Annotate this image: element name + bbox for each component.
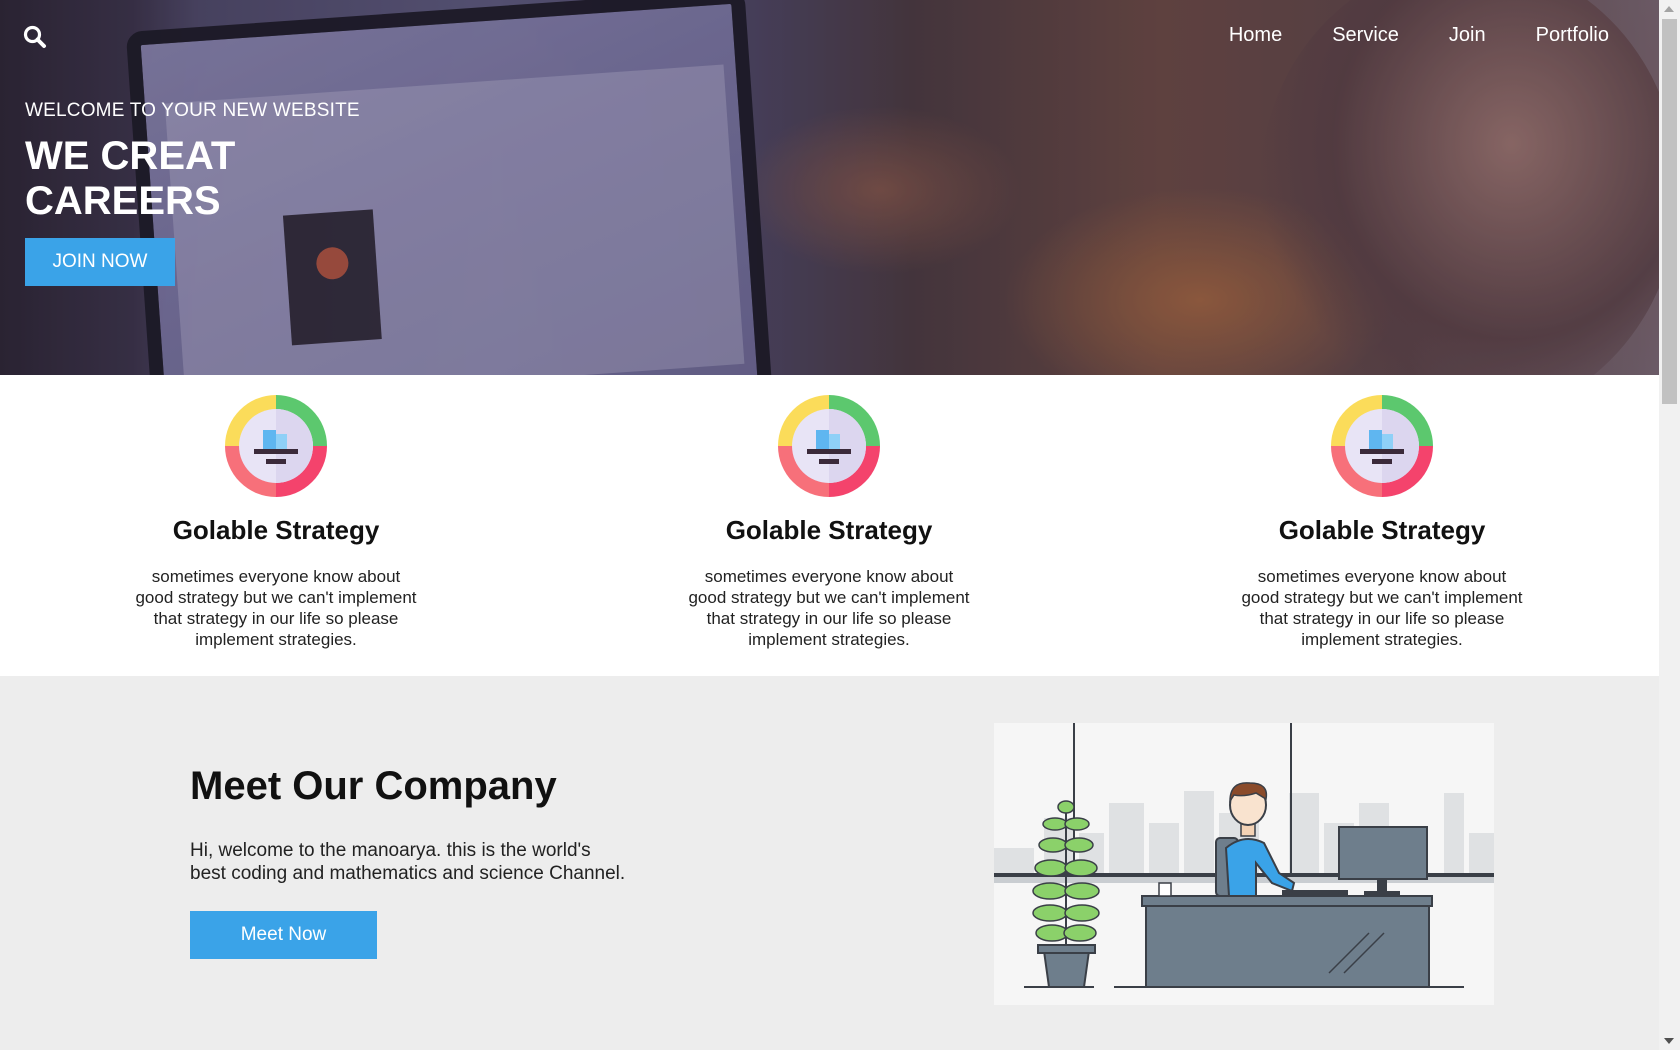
hero-content: WELCOME TO YOUR NEW WEBSITE WE CREAT CAR… [25,100,360,286]
features-section: Golable Strategy sometimes everyone know… [0,375,1659,676]
feature-text: sometimes everyone know about good strat… [135,567,417,649]
meet-now-button[interactable]: Meet Now [190,911,377,959]
company-section: Meet Our Company Hi, welcome to the mano… [0,676,1659,1050]
feature-card: Golable Strategy sometimes everyone know… [1232,395,1532,650]
scroll-up-arrow-icon[interactable] [1664,6,1674,12]
strategy-icon [1331,395,1433,497]
vertical-scrollbar[interactable] [1659,0,1680,1050]
main-nav: Home Service Join Portfolio [1229,24,1609,47]
hero-subtitle: WELCOME TO YOUR NEW WEBSITE [25,100,360,121]
join-now-button[interactable]: JOIN NOW [25,238,175,286]
strategy-icon [225,395,327,497]
company-title: Meet Our Company [190,764,557,808]
feature-text: sometimes everyone know about good strat… [1241,567,1523,649]
strategy-icon [778,395,880,497]
feature-text: sometimes everyone know about good strat… [688,567,970,649]
nav-join[interactable]: Join [1449,24,1486,47]
scrollbar-thumb[interactable] [1662,19,1677,404]
company-description: Hi, welcome to the manoarya. this is the… [190,840,626,884]
feature-card: Golable Strategy sometimes everyone know… [126,395,426,650]
nav-portfolio[interactable]: Portfolio [1536,24,1609,47]
office-illustration [994,723,1494,1005]
scroll-down-arrow-icon[interactable] [1664,1038,1674,1044]
feature-title: Golable Strategy [725,515,933,545]
feature-card: Golable Strategy sometimes everyone know… [679,395,979,650]
feature-title: Golable Strategy [172,515,380,545]
company-content: Meet Our Company Hi, welcome to the mano… [190,764,640,959]
nav-service[interactable]: Service [1332,24,1399,47]
nav-home[interactable]: Home [1229,24,1282,47]
hero-title: WE CREAT CAREERS [25,134,236,223]
feature-title: Golable Strategy [1278,515,1486,545]
search-icon[interactable] [22,24,48,50]
page: Home Service Join Portfolio WELCOME TO Y… [0,0,1659,1050]
hero-section: Home Service Join Portfolio WELCOME TO Y… [0,0,1659,375]
